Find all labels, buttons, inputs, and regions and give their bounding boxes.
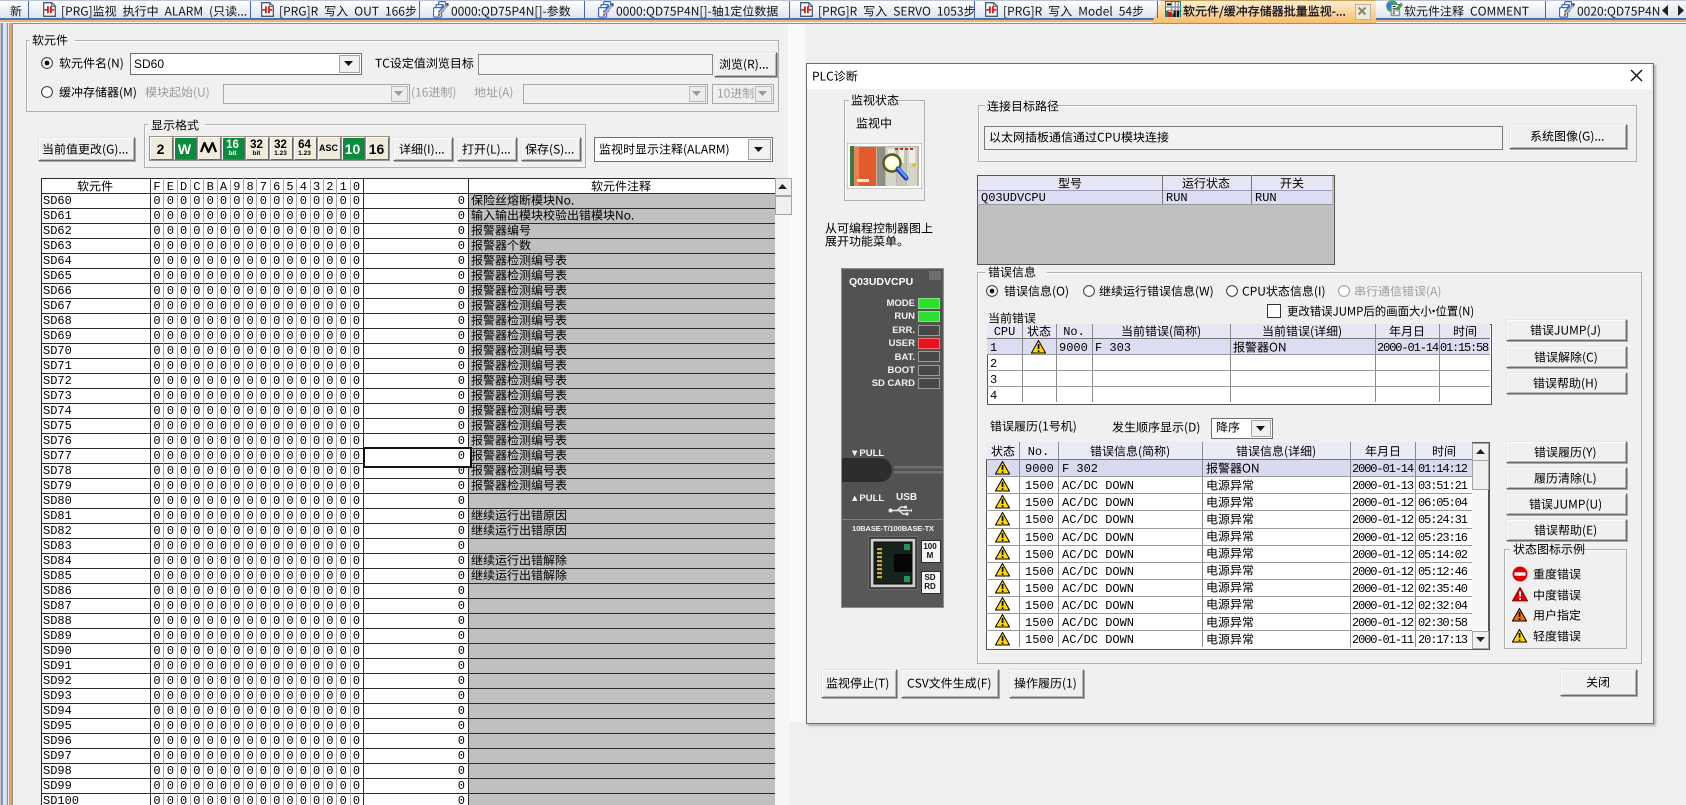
svg-text:Q03UDVCPU: Q03UDVCPU [849, 276, 913, 288]
